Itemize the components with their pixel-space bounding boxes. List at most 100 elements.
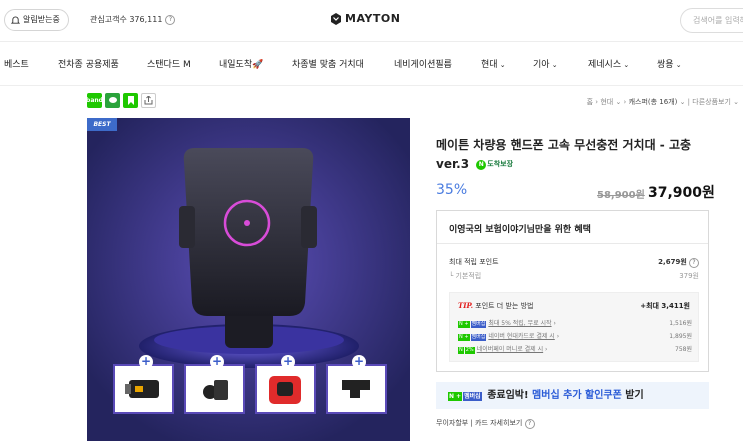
discount-rate: 35% bbox=[436, 182, 468, 198]
installment-label: 무이자할부 bbox=[436, 419, 469, 427]
tip-row-label: 네이버페이 머니로 결제 시 bbox=[476, 346, 544, 353]
nav-item-by-car[interactable]: 차종별 맞춤 거치대 bbox=[292, 57, 364, 70]
interest-count: 관심고객수 376,111 ? bbox=[90, 14, 176, 25]
naver-badge: N + bbox=[458, 321, 470, 328]
product-title-text: 메이튼 차량용 핸드폰 고속 무선충전 거치대 - 고충 ver.3 bbox=[436, 138, 692, 171]
n-icon: N bbox=[476, 159, 487, 170]
sale-price: 37,900원 bbox=[648, 185, 715, 201]
product-title: 메이튼 차량용 핸드폰 고속 무선충전 거치대 - 고충 ver.3 N 도착보장 bbox=[436, 136, 721, 174]
category-nav: 베스트 전차종 공용제품 스탠다드 M 내일도착🚀 차종별 맞춤 거치대 네비게… bbox=[0, 42, 743, 86]
search-input[interactable]: 검색어를 입력해 bbox=[680, 8, 743, 33]
plus-icon: + bbox=[352, 354, 366, 369]
nav-item-ssangyong-label: 쌍용 bbox=[657, 60, 674, 70]
accessory-thumb[interactable]: + bbox=[184, 355, 245, 414]
membership-badge: 멤버십 bbox=[463, 392, 482, 401]
breadcrumb-casper[interactable]: 캐스퍼(총 16개) bbox=[629, 98, 678, 106]
nav-item-nav-film[interactable]: 네비게이션필름 bbox=[394, 57, 452, 70]
tip-title-text: 포인트 더 받는 방법 bbox=[475, 302, 534, 310]
divider bbox=[437, 243, 708, 244]
breadcrumb-home[interactable]: 홈 bbox=[587, 98, 593, 106]
tip-total: +최대 3,411원 bbox=[640, 302, 690, 310]
nav-item-standard[interactable]: 스탠다드 M bbox=[147, 57, 191, 70]
tip-title: TIP. 포인트 더 받는 방법 bbox=[458, 301, 533, 311]
tip-row[interactable]: N 2% 네이버페이 머니로 결제 시 › 758원 bbox=[458, 344, 692, 354]
tip-row[interactable]: N + 멤버십 최대 5% 적립, 무료 시작 › 1,516원 bbox=[458, 318, 692, 328]
max-points-row: 최대 적립 포인트 2,679원 ? bbox=[449, 257, 699, 268]
breadcrumb-hyundai[interactable]: 현대 bbox=[600, 98, 613, 106]
nav-item-hyundai-label: 현대 bbox=[481, 60, 498, 70]
alarm-button[interactable]: 알림받는중 bbox=[4, 9, 69, 31]
base-points-value: 379원 bbox=[679, 272, 699, 280]
naver-badge: N + bbox=[448, 392, 463, 401]
max-points-value: 2,679원 ? bbox=[658, 257, 699, 268]
tip-row[interactable]: N + 멤버십 네이버 현대카드로 결제 시 › 1,895원 bbox=[458, 331, 692, 341]
nav-item-genesis[interactable]: 제네시스 ⌄ bbox=[588, 57, 629, 70]
percent-badge: 2% bbox=[464, 347, 475, 354]
benefit-box: 이영국의 보험이야기님만을 위한 혜택 최대 적립 포인트 2,679원 ? └… bbox=[436, 210, 709, 372]
base-points-label: └ 기본적립 bbox=[449, 272, 482, 280]
benefit-header: 이영국의 보험이야기님만을 위한 혜택 bbox=[449, 225, 591, 235]
tip-row-value: 758원 bbox=[675, 346, 692, 353]
membership-badge: 멤버십 bbox=[470, 334, 487, 341]
membership-badge: 멤버십 bbox=[470, 321, 487, 328]
tip-row-label: 네이버 현대카드로 결제 시 bbox=[488, 333, 555, 340]
nav-item-common[interactable]: 전차종 공용제품 bbox=[58, 57, 119, 70]
breadcrumb-other-products[interactable]: 다른상품보기 bbox=[692, 98, 731, 106]
help-icon[interactable]: ? bbox=[524, 419, 535, 429]
chevron-down-icon: ⌄ bbox=[673, 61, 682, 69]
nav-item-ssangyong[interactable]: 쌍용 ⌄ bbox=[657, 57, 682, 70]
base-points-row: └ 기본적립 379원 bbox=[449, 271, 699, 281]
tip-prefix: TIP. bbox=[458, 301, 474, 310]
nav-item-kia[interactable]: 기아 ⌄ bbox=[533, 57, 558, 70]
naver-badge: N bbox=[458, 347, 464, 354]
tip-box: TIP. 포인트 더 받는 방법 +최대 3,411원 N + 멤버십 최대 5% … bbox=[449, 292, 699, 362]
coupon-text-c: 받기 bbox=[625, 390, 644, 401]
coupon-text-a: 종료임박! bbox=[487, 390, 529, 401]
breadcrumb: 홈 › 현대 ⌄ › 캐스퍼(총 16개) ⌄ | 다른상품보기 ⌄ bbox=[586, 98, 739, 106]
interest-label: 관심고객수 376,111 bbox=[90, 15, 163, 24]
coupon-banner[interactable]: N + 멤버십 종료임박! 멤버십 추가 할인쿠폰 받기 bbox=[436, 382, 709, 409]
chevron-down-icon: ⌄ bbox=[549, 61, 558, 69]
accessory-thumbs: + + + + bbox=[113, 355, 387, 414]
bookmark-icon[interactable] bbox=[123, 93, 138, 108]
alarm-label: 알림받는중 bbox=[23, 15, 60, 24]
nav-item-best[interactable]: 베스트 bbox=[4, 57, 29, 70]
chevron-down-icon: ⌄ bbox=[621, 61, 630, 69]
help-icon[interactable]: ? bbox=[165, 14, 176, 25]
max-points-amount: 2,679원 bbox=[658, 258, 687, 266]
tip-row-value: 1,516원 bbox=[669, 320, 692, 327]
nav-item-tomorrow[interactable]: 내일도착🚀 bbox=[219, 57, 263, 70]
help-icon[interactable]: ? bbox=[689, 258, 699, 268]
nav-item-genesis-label: 제네시스 bbox=[588, 60, 622, 70]
tip-row-label: 최대 5% 적립, 무료 시작 bbox=[488, 320, 552, 327]
nav-item-hyundai[interactable]: 현대 ⌄ bbox=[481, 57, 506, 70]
kakao-share-icon[interactable] bbox=[105, 93, 120, 108]
chevron-down-icon: ⌄ bbox=[497, 61, 506, 69]
accessory-thumb[interactable]: + bbox=[326, 355, 387, 414]
naver-badge: N + bbox=[458, 334, 470, 341]
coupon-text-b: 멤버십 추가 할인쿠폰 bbox=[532, 390, 622, 401]
bell-icon bbox=[11, 15, 20, 24]
max-points-label: 최대 적립 포인트 bbox=[449, 258, 499, 266]
plus-icon: + bbox=[281, 354, 295, 369]
plus-icon: + bbox=[210, 354, 224, 369]
tip-row-value: 1,895원 bbox=[669, 333, 692, 340]
share-icon[interactable] bbox=[141, 93, 156, 108]
band-share-icon[interactable]: band bbox=[86, 93, 103, 108]
best-badge: BEST bbox=[87, 118, 117, 131]
plus-icon: + bbox=[139, 354, 153, 369]
accessory-thumb[interactable]: + bbox=[255, 355, 316, 414]
delivery-badge[interactable]: N 도착보장 bbox=[476, 155, 513, 174]
original-price: 58,900원 bbox=[597, 190, 645, 201]
logo-text: MAYTON bbox=[345, 12, 401, 25]
brand-logo[interactable]: MAYTON bbox=[330, 12, 400, 25]
accessory-thumb[interactable]: + bbox=[113, 355, 174, 414]
product-image[interactable]: BEST + + + + bbox=[87, 118, 410, 441]
rocket-icon: 🚀 bbox=[252, 60, 264, 70]
top-bar: 알림받는중 관심고객수 376,111 ? MAYTON 검색어를 입력해 bbox=[0, 0, 743, 42]
delivery-badge-label: 도착보장 bbox=[487, 160, 514, 168]
card-detail-link[interactable]: 카드 자세히보기 bbox=[475, 419, 522, 427]
logo-icon bbox=[331, 12, 341, 25]
base-points-text: 기본적립 bbox=[455, 272, 482, 280]
nav-item-kia-label: 기아 bbox=[533, 60, 550, 70]
